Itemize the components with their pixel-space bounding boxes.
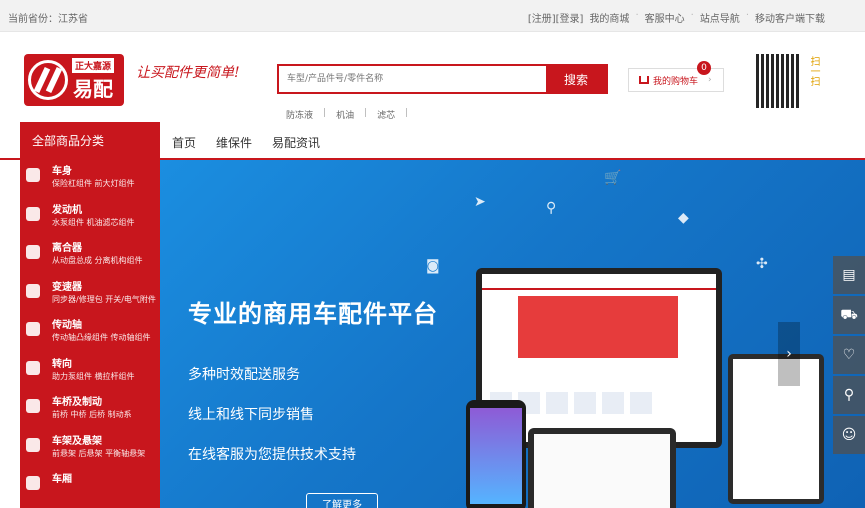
qr-code [756, 54, 800, 108]
logo-badge: 正大嘉源 [72, 58, 115, 73]
mobile-app-link[interactable]: 移动客户端下载 [755, 10, 825, 25]
location-icon: ◆ [678, 210, 689, 226]
customer-service-link[interactable]: 客服中心 [645, 10, 685, 25]
cart-deco-icon: 🛒 [604, 170, 622, 186]
car-body-icon [26, 168, 40, 182]
search-input[interactable] [279, 66, 546, 92]
banner-line: 多种时效配送服务 [188, 367, 300, 383]
category-sidebar: 车身 保险杠组件 前大灯组件 发动机 水泵组件 机油滤芯组件 离合器 从动盘总成 分离… [20, 160, 160, 508]
separator: · [745, 10, 749, 21]
hotword-link[interactable]: 机油 [336, 108, 354, 121]
category-item[interactable]: 车厢 [20, 468, 160, 507]
qr-caption: 扫一扫 [808, 56, 819, 86]
search-bar: 搜索 [277, 64, 608, 94]
search-icon[interactable]: ⚲ [833, 376, 865, 414]
suspension-icon [26, 437, 40, 452]
carousel-next-button[interactable]: › [778, 322, 800, 386]
phone-illustration [466, 400, 526, 508]
category-item[interactable]: 车桥及制动 前桥 中桥 后桥 制动系 [20, 391, 160, 430]
info-icon[interactable]: ▤ [833, 256, 865, 294]
header: 正大嘉源 易配 让买配件更简单! 搜索 防冻液 | 机油 | 滤芯 | 我的购物… [0, 32, 865, 122]
cart-float-icon[interactable]: ⛟ [833, 296, 865, 334]
top-links: [注册][登录] 我的商城 · 客服中心 · 站点导航 · 移动客户端下载 [528, 10, 825, 25]
category-item[interactable]: 车身 保险杠组件 前大灯组件 [20, 160, 160, 199]
hot-keywords: 防冻液 | 机油 | 滤芯 | [286, 108, 409, 121]
category-item[interactable]: 车架及悬架 前悬架 后悬架 平衡轴悬架 [20, 430, 160, 469]
nav-news[interactable]: 易配资讯 [272, 134, 320, 151]
separator: · [690, 10, 694, 21]
user-icon[interactable]: ☺ [833, 416, 865, 454]
cargo-box-icon [26, 476, 40, 490]
nav-home[interactable]: 首页 [172, 134, 196, 151]
hotword-link[interactable]: 防冻液 [286, 108, 313, 121]
my-mall-link[interactable]: 我的商城 [589, 10, 629, 25]
engine-icon [26, 206, 40, 221]
cart-count-badge: 0 [697, 61, 711, 75]
banner-line: 在线客服为您提供技术支持 [188, 447, 356, 463]
slogan: 让买配件更简单! [136, 65, 240, 81]
pin-icon: ➤ [474, 194, 486, 210]
separator: · [635, 10, 639, 21]
main-nav: 全部商品分类 首页 维保件 易配资讯 [0, 122, 865, 160]
cart-icon [639, 76, 649, 84]
all-categories-header[interactable]: 全部商品分类 [20, 122, 160, 160]
drive-shaft-icon [26, 322, 40, 336]
camera-icon: ◙ [426, 258, 440, 274]
second-screen-illustration [728, 354, 824, 504]
cart-button[interactable]: 我的购物车 › 0 [628, 61, 724, 92]
search-button[interactable]: 搜索 [546, 66, 606, 92]
hero-banner[interactable]: ➤ ⚲ 🛒 ◆ ◙ ✣ 专业的商用车配件平台 多种时效配送服务 线上和线下同步销… [160, 160, 865, 508]
logo-mark-icon [28, 60, 68, 100]
nav-maintenance-parts[interactable]: 维保件 [216, 134, 252, 151]
current-province: 当前省份：江苏省 [8, 14, 88, 25]
top-bar: 当前省份：江苏省 [注册][登录] 我的商城 · 客服中心 · 站点导航 · 移… [0, 0, 865, 32]
category-item[interactable]: 转向 助力泵组件 横拉杆组件 [20, 353, 160, 392]
banner-headline: 专业的商用车配件平台 [188, 300, 438, 328]
axle-brake-icon [26, 399, 40, 413]
logo-name: 易配 [73, 77, 113, 101]
heart-icon[interactable]: ♡ [833, 336, 865, 374]
connect-icon: ✣ [756, 256, 768, 272]
site-logo[interactable]: 正大嘉源 易配 [24, 54, 124, 106]
hotword-link[interactable]: 滤芯 [377, 108, 395, 121]
steering-icon [26, 360, 40, 375]
category-item[interactable]: 离合器 从动盘总成 分离机构组件 [20, 237, 160, 276]
cart-label: 我的购物车 [653, 76, 699, 87]
category-item[interactable]: 传动轴 传动轴凸缘组件 传动轴组件 [20, 314, 160, 353]
chevron-right-icon: › [708, 75, 712, 85]
share-icon: ⚲ [546, 200, 557, 216]
clutch-icon [26, 245, 40, 259]
login-register-link[interactable]: [注册][登录] [528, 10, 584, 25]
learn-more-button[interactable]: 了解更多 [306, 493, 378, 508]
tablet-illustration [528, 428, 676, 508]
floating-toolbar: ▤ ⛟ ♡ ⚲ ☺ [833, 256, 865, 454]
site-nav-link[interactable]: 站点导航 [700, 10, 740, 25]
category-item[interactable]: 变速器 同步器/修理包 开关/电气附件 [20, 276, 160, 315]
gearbox-icon [26, 283, 40, 298]
category-item[interactable]: 发动机 水泵组件 机油滤芯组件 [20, 199, 160, 238]
banner-line: 线上和线下同步销售 [188, 407, 314, 423]
